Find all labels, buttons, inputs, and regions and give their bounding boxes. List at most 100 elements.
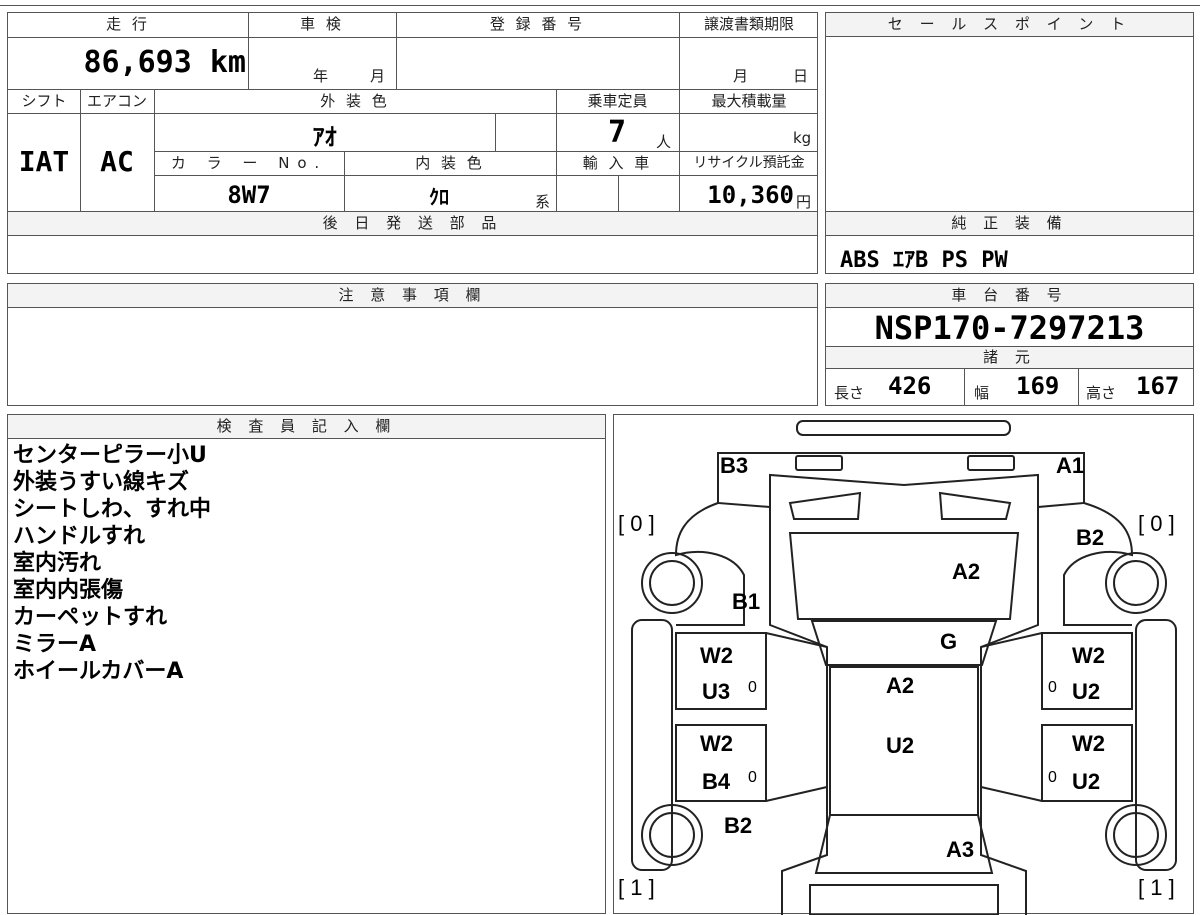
shift-label: シフト — [21, 92, 67, 110]
damage-b2-bottom: B2 — [724, 813, 753, 838]
tire-count-front-right: [ 0 ] — [1138, 511, 1175, 536]
specs-label: 諸 元 — [826, 347, 1193, 369]
recycle-label: リサイクル預託金 — [693, 155, 805, 171]
kei-unit: 系 — [535, 193, 551, 211]
vehicle-info-box: 走 行 車 検 登 録 番 号 譲渡書類期限 86,693 km 年 月 月 日… — [7, 12, 818, 212]
exterior-color-value: ｱｵ — [312, 123, 337, 151]
interior-color-value: ｸﾛ — [429, 185, 449, 209]
inspector-notes-list: センターピラー小U 外装うすい線キズ シートしわ、すれ中 ハンドルすれ 室内汚れ… — [13, 442, 211, 685]
note-item: 室内汚れ — [13, 551, 102, 576]
transfer-deadline-label: 譲渡書類期限 — [703, 15, 794, 33]
inspector-box: 検 査 員 記 入 欄 センターピラー小U 外装うすい線キズ シートしわ、すれ中… — [7, 414, 606, 914]
damage-a2-hood: A2 — [952, 559, 981, 584]
note-item: 外装うすい線キズ — [13, 470, 190, 495]
damage-u3: U3 — [702, 679, 731, 704]
damage-g: G — [940, 629, 958, 654]
wiper-right-shape — [938, 491, 1012, 520]
width-label: 幅 — [974, 384, 990, 402]
damage-diagram-box: [ 0 ] [ 0 ] [ 1 ] [ 1 ] B3 A1 B2 A2 B1 G… — [613, 414, 1194, 915]
later-parts-box: 後 日 発 送 部 品 — [7, 211, 818, 274]
capacity-label: 乗車定員 — [587, 92, 648, 110]
length-value: 426 — [888, 372, 932, 400]
damage-u2-right-front: U2 — [1072, 679, 1101, 704]
kg-unit: kg — [793, 129, 812, 147]
damage-w2-right-front: W2 — [1072, 643, 1105, 668]
width-value: 169 — [1016, 372, 1060, 400]
sales-point-box: セ ー ル ス ポ イ ン ト — [825, 12, 1194, 212]
damage-u2-right-rear: U2 — [1072, 769, 1101, 794]
color-no-label: カ ラ ー No. — [170, 154, 328, 172]
headlight-left-shape — [795, 455, 843, 471]
chassis-value: NSP170-7297213 — [874, 309, 1145, 347]
length-label: 長さ — [834, 384, 865, 402]
zero-right-rear: 0 — [1048, 769, 1057, 786]
side-sill-right — [1135, 619, 1177, 871]
note-item: ハンドルすれ — [13, 524, 146, 549]
mileage-label: 走 行 — [106, 15, 150, 33]
tire-count-rear-right: [ 1 ] — [1138, 875, 1175, 900]
persons-unit: 人 — [656, 133, 672, 151]
damage-u2-center: U2 — [886, 733, 915, 758]
zero-right-front: 0 — [1048, 679, 1057, 696]
max-load-label: 最大積載量 — [711, 92, 787, 110]
import-label: 輸 入 車 — [582, 154, 653, 172]
dashboard-shape — [810, 620, 998, 666]
body-left-side — [769, 507, 828, 915]
registration-label: 登 録 番 号 — [489, 15, 586, 33]
zero-left-front: 0 — [748, 679, 757, 696]
damage-w2-right-rear: W2 — [1072, 731, 1105, 756]
headlight-right-shape — [967, 455, 1015, 471]
genuine-equipment-label: 純 正 装 備 — [826, 212, 1193, 236]
capacity-value: 7 — [608, 115, 627, 150]
body-right-side — [980, 507, 1039, 915]
note-item: カーペットすれ — [13, 605, 168, 630]
aircon-value: AC — [100, 145, 134, 178]
fender-front-right — [1063, 502, 1134, 626]
front-bumper-shape — [796, 420, 1011, 436]
note-item: ホイールカバーA — [13, 659, 184, 684]
caution-box: 注 意 事 項 欄 — [7, 283, 818, 406]
damage-b1: B1 — [732, 589, 761, 614]
caution-label: 注 意 事 項 欄 — [8, 284, 817, 308]
recycle-value: 10,360 — [707, 181, 794, 209]
damage-w2-left-front: W2 — [700, 643, 733, 668]
damage-a3: A3 — [946, 837, 975, 862]
tire-count-front-left: [ 0 ] — [618, 511, 655, 536]
rear-bumper-shape — [809, 884, 999, 915]
damage-b4: B4 — [702, 769, 731, 794]
inspector-label: 検 査 員 記 入 欄 — [8, 415, 605, 439]
windshield-shape — [788, 532, 1020, 620]
front-body-shape — [717, 452, 1085, 509]
chassis-label: 車 台 番 号 — [826, 284, 1193, 308]
mileage-value: 86,693 km — [83, 45, 246, 80]
sales-point-label: セ ー ル ス ポ イ ン ト — [826, 13, 1193, 37]
damage-a2-roof: A2 — [886, 673, 915, 698]
height-label: 高さ — [1086, 384, 1117, 402]
note-item: センターピラー小U — [13, 443, 207, 468]
damage-w2-left-rear: W2 — [700, 731, 733, 756]
aircon-label: エアコン — [86, 92, 147, 110]
chassis-box: 車 台 番 号 NSP170-7297213 諸 元 長さ 426 幅 169 … — [825, 283, 1194, 406]
side-sill-left — [631, 619, 673, 871]
inspection-label: 車 検 — [300, 15, 344, 33]
note-item: ミラーA — [13, 632, 97, 657]
inspection-month-label: 月 — [370, 67, 386, 85]
inspection-year-label: 年 — [313, 67, 329, 85]
top-strip — [0, 0, 1200, 6]
damage-b3: B3 — [720, 453, 749, 478]
interior-color-label: 内 装 色 — [415, 154, 485, 172]
deadline-day-label: 日 — [793, 67, 809, 85]
genuine-equipment-value: ABS ｴｱB PS PW — [840, 248, 1008, 273]
shift-value: IAT — [18, 145, 70, 178]
wiper-left-shape — [788, 491, 862, 520]
height-value: 167 — [1136, 372, 1180, 400]
genuine-equipment-box: 純 正 装 備 ABS ｴｱB PS PW — [825, 211, 1194, 274]
zero-left-rear: 0 — [748, 769, 757, 786]
deadline-month-label: 月 — [733, 67, 749, 85]
color-no-value: 8W7 — [227, 181, 271, 209]
yen-unit: 円 — [796, 193, 812, 211]
damage-b2-top: B2 — [1076, 525, 1105, 550]
note-item: 室内内張傷 — [13, 578, 124, 603]
later-parts-label: 後 日 発 送 部 品 — [8, 212, 817, 236]
exterior-color-label: 外 装 色 — [320, 92, 390, 110]
